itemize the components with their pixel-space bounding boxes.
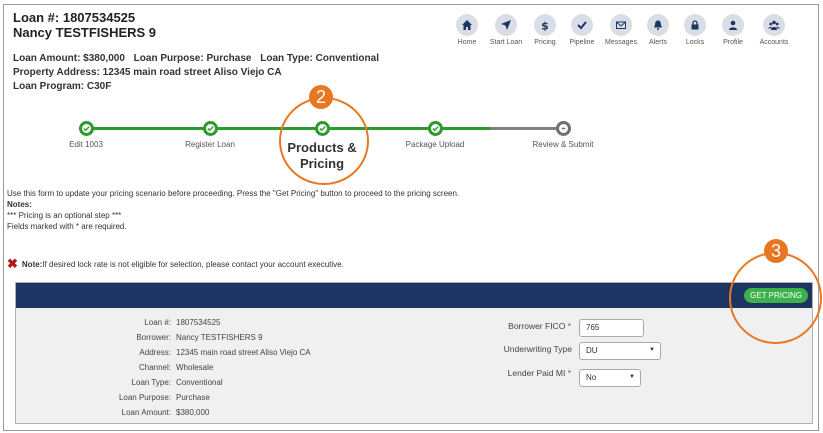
detail-label: Borrower: — [136, 333, 171, 342]
check-icon — [206, 126, 214, 132]
underwriting-label: Underwriting Type — [503, 344, 572, 354]
underwriting-select[interactable]: DU ▼ — [579, 342, 661, 360]
svg-text:$: $ — [541, 20, 549, 32]
detail-value: 1807534525 — [176, 318, 221, 327]
detail-label: Channel: — [138, 363, 171, 372]
check-icon — [82, 126, 90, 132]
instruction-text: Use this form to update your pricing sce… — [7, 189, 460, 198]
minus-icon — [561, 127, 565, 130]
nav-profile[interactable]: Profile — [711, 14, 755, 46]
nav-label: Home — [457, 39, 477, 46]
loan-number: Loan #: 1807534525 — [13, 10, 136, 25]
fico-label-text: Borrower FICO — [508, 321, 566, 331]
user-icon — [729, 20, 737, 30]
step-label: Register Loan — [185, 140, 235, 149]
lock-icon — [691, 20, 699, 30]
note-text: If desired lock rate is not eligible for… — [42, 259, 344, 269]
loan-type: Loan Type: Conventional — [260, 53, 379, 64]
nav-label: Start Loan — [489, 39, 523, 46]
detail-label: Loan #: — [144, 318, 171, 327]
envelope-icon — [616, 21, 626, 29]
dropdown-arrow-icon: ▼ — [629, 374, 635, 380]
nav-accounts[interactable]: Accounts — [752, 14, 796, 46]
required-marker: * — [567, 368, 571, 378]
nav-label: Accounts — [759, 39, 789, 46]
dollar-icon: $ — [541, 20, 549, 32]
nav-pipeline[interactable]: Pipeline — [560, 14, 604, 46]
loan-amount: Loan Amount: $380,000 — [13, 53, 125, 64]
property-address: Property Address: 12345 main road street… — [13, 67, 282, 78]
nav-label: Profile — [723, 39, 743, 46]
notes-label: Notes: — [7, 200, 32, 209]
note-required: Fields marked with * are required. — [7, 222, 127, 231]
lock-rate-note: ✖ Note: If desired lock rate is not elig… — [7, 256, 344, 271]
detail-value: 12345 main road street Aliso Viejo CA — [176, 348, 311, 357]
check-icon — [431, 126, 439, 132]
home-icon — [462, 20, 472, 30]
loan-purpose: Loan Purpose: Purchase — [133, 53, 252, 64]
pricing-panel: GET PRICING Loan #: 1807534525 Borrower:… — [15, 282, 813, 424]
detail-value: Nancy TESTFISHERS 9 — [176, 333, 263, 342]
step-label: Review & Submit — [532, 140, 594, 149]
annotation-circle-2 — [279, 97, 369, 185]
step-register-loan[interactable]: Register Loan — [160, 121, 260, 149]
underwriting-value: DU — [586, 346, 598, 355]
panel-header: GET PRICING — [16, 283, 812, 308]
nav-home[interactable]: Home — [445, 14, 489, 46]
fico-input[interactable]: 765 — [579, 319, 644, 337]
note-bold: Note: — [21, 259, 43, 269]
loan-header: Loan #: 1807534525 Nancy TESTFISHERS 9 — [13, 10, 156, 40]
step-package-upload[interactable]: Package Upload — [385, 121, 485, 149]
lender-mi-label-text: Lender Paid MI — [507, 368, 566, 378]
check-icon — [577, 21, 587, 30]
lender-mi-value: No — [586, 373, 597, 382]
step-review-submit[interactable]: Review & Submit — [513, 121, 613, 149]
step-label: Package Upload — [405, 140, 465, 149]
top-nav: Home Start Loan $ Pricing Pipeline Messa… — [450, 14, 820, 54]
nav-start-loan[interactable]: Start Loan — [484, 14, 528, 46]
step-edit-1003[interactable]: Edit 1003 — [36, 121, 136, 149]
dropdown-arrow-icon: ▼ — [649, 347, 655, 353]
progress-tracker: Edit 1003 Register Loan Products & Prici… — [0, 112, 823, 182]
nav-label: Pipeline — [569, 39, 595, 46]
detail-value: Conventional — [176, 378, 223, 387]
detail-value: $380,000 — [176, 408, 210, 417]
step-label: Edit 1003 — [69, 140, 103, 149]
x-icon: ✖ — [7, 256, 18, 271]
annotation-badge-3: 3 — [764, 239, 788, 263]
lender-mi-label: Lender Paid MI * — [456, 368, 571, 378]
note-optional: *** Pricing is an optional step *** — [7, 211, 122, 220]
detail-value: Purchase — [176, 393, 210, 402]
users-icon — [768, 20, 780, 30]
detail-label: Loan Amount: — [121, 408, 171, 417]
instructions: Use this form to update your pricing sce… — [7, 188, 459, 232]
bell-icon — [654, 20, 662, 30]
detail-label: Loan Type: — [131, 378, 171, 387]
required-marker: * — [567, 321, 571, 331]
detail-label: Address: — [139, 348, 171, 357]
lender-mi-select[interactable]: No ▼ — [579, 369, 641, 387]
borrower-name: Nancy TESTFISHERS 9 — [13, 25, 157, 40]
annotation-circle-3 — [729, 252, 822, 344]
arrow-icon — [501, 20, 511, 30]
annotation-badge-2: 2 — [309, 85, 333, 109]
detail-label: Loan Purpose: — [118, 393, 171, 402]
detail-value: Wholesale — [176, 363, 214, 372]
fico-label: Borrower FICO * — [456, 321, 571, 331]
